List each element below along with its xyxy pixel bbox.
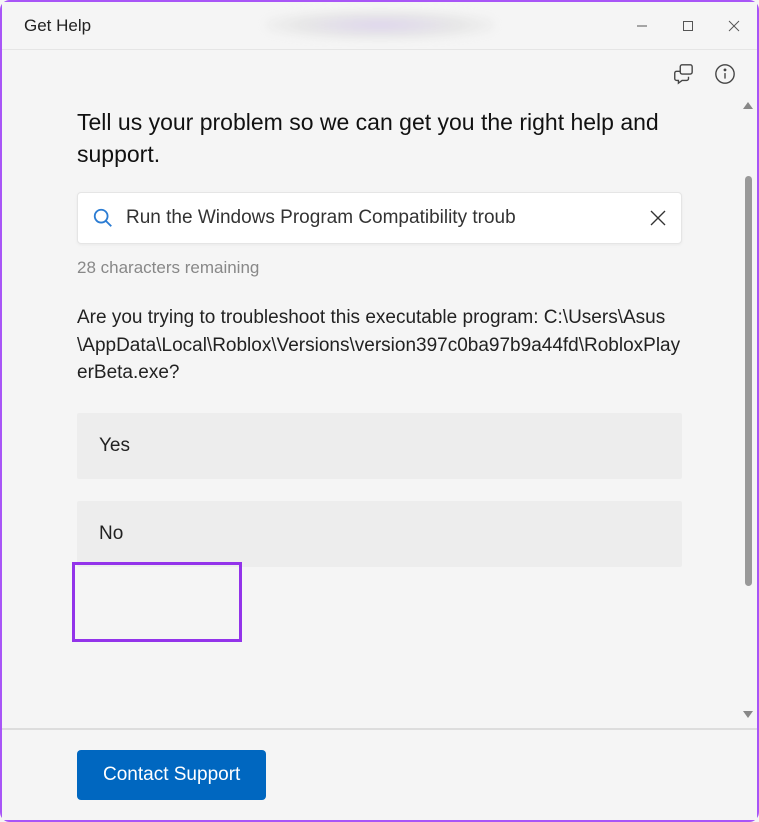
content-wrapper: Tell us your problem so we can get you t…	[2, 98, 757, 728]
char-remaining: 28 characters remaining	[77, 258, 682, 278]
window-controls	[619, 2, 757, 49]
prompt-heading: Tell us your problem so we can get you t…	[77, 106, 682, 170]
minimize-icon	[636, 20, 648, 32]
yes-button[interactable]: Yes	[77, 413, 682, 479]
scrollbar[interactable]	[741, 98, 755, 728]
titlebar: Get Help	[2, 2, 757, 50]
troubleshoot-question: Are you trying to troubleshoot this exec…	[77, 304, 682, 387]
maximize-button[interactable]	[665, 2, 711, 49]
scroll-thumb[interactable]	[745, 176, 752, 586]
contact-support-button[interactable]: Contact Support	[77, 750, 266, 800]
search-icon	[92, 207, 114, 229]
search-input[interactable]	[126, 207, 641, 229]
close-icon	[728, 20, 740, 32]
scroll-up-icon[interactable]	[743, 102, 753, 109]
info-icon	[714, 63, 736, 85]
toolbar	[2, 50, 757, 98]
window-title: Get Help	[24, 16, 91, 36]
x-icon	[649, 209, 667, 227]
feedback-icon	[672, 63, 694, 85]
titlebar-blur	[265, 10, 495, 40]
clear-search-button[interactable]	[649, 209, 667, 227]
feedback-button[interactable]	[669, 60, 697, 88]
footer: Contact Support	[2, 728, 757, 820]
search-box[interactable]	[77, 192, 682, 244]
scroll-down-icon[interactable]	[743, 711, 753, 718]
no-button[interactable]: No	[77, 501, 682, 567]
close-button[interactable]	[711, 2, 757, 49]
content-area: Tell us your problem so we can get you t…	[2, 98, 757, 728]
maximize-icon	[682, 20, 694, 32]
minimize-button[interactable]	[619, 2, 665, 49]
info-button[interactable]	[711, 60, 739, 88]
